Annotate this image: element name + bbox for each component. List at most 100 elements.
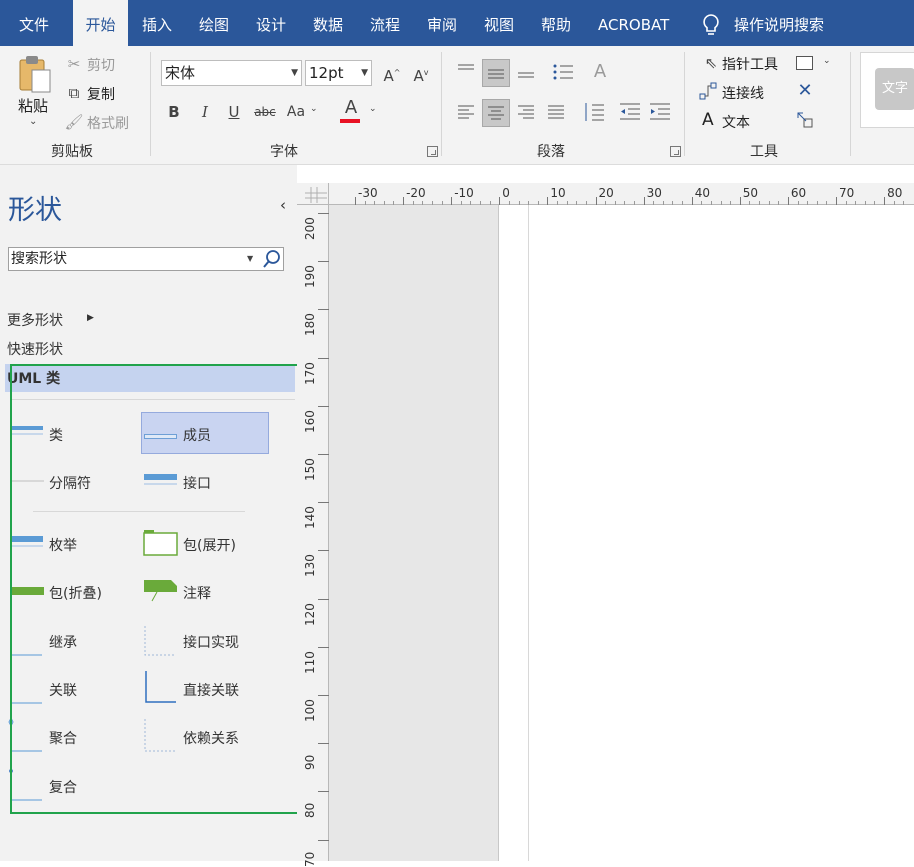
chevron-down-icon: ▼ bbox=[291, 68, 298, 78]
ruler-minor-tick bbox=[855, 201, 857, 205]
ruler-tick bbox=[318, 309, 329, 311]
ruler-label: 30 bbox=[646, 186, 662, 200]
connector-button[interactable]: 连接线 bbox=[722, 83, 764, 103]
ruler-tick bbox=[318, 261, 329, 263]
align-bottom-icon[interactable] bbox=[516, 61, 536, 81]
format-painter-button[interactable]: 格式刷 bbox=[87, 113, 129, 133]
ruler-tick bbox=[499, 197, 501, 205]
ruler-label: 40 bbox=[694, 186, 710, 200]
ruler-minor-tick bbox=[605, 201, 607, 205]
connection-point-icon[interactable] bbox=[795, 110, 815, 130]
grow-font-icon[interactable]: A^ bbox=[380, 61, 404, 85]
ruler-label: 60 bbox=[790, 186, 807, 200]
ruler-tick bbox=[355, 197, 356, 205]
search-icon[interactable] bbox=[262, 249, 282, 269]
paste-dropdown-icon[interactable]: ⌄ bbox=[29, 116, 37, 127]
font-color-button[interactable]: A bbox=[339, 96, 363, 120]
bullets-icon[interactable] bbox=[552, 61, 574, 83]
font-name-select[interactable]: 宋体 ▼ bbox=[161, 60, 302, 86]
strikethrough-button[interactable]: abc bbox=[252, 100, 278, 124]
tab-help[interactable]: 帮助 bbox=[541, 0, 571, 46]
paste-icon[interactable] bbox=[18, 54, 52, 94]
ruler-minor-tick bbox=[662, 201, 664, 205]
italic-button[interactable]: I bbox=[193, 100, 217, 124]
ruler-label: 100 bbox=[303, 699, 317, 722]
change-case-button[interactable]: Aa bbox=[284, 100, 308, 124]
ruler-minor-tick bbox=[489, 201, 491, 205]
ruler-label: -30 bbox=[358, 186, 378, 200]
quick-shapes-item[interactable]: 快速形状 bbox=[7, 339, 63, 359]
tell-me-search[interactable]: 操作说明搜索 bbox=[734, 0, 824, 46]
paragraph-dialog-launcher-icon[interactable] bbox=[670, 146, 681, 157]
underline-button[interactable]: U bbox=[222, 100, 246, 124]
ruler-minor-tick bbox=[816, 201, 818, 205]
search-shapes-value: 搜索形状 bbox=[11, 251, 67, 267]
shapes-pane-title: 形状 bbox=[8, 195, 62, 226]
tab-draw[interactable]: 绘图 bbox=[199, 0, 229, 46]
tab-design[interactable]: 设计 bbox=[256, 0, 286, 46]
search-shapes-input[interactable]: 搜索形状 ▼ bbox=[8, 247, 284, 271]
ruler-minor-tick bbox=[518, 201, 520, 205]
collapse-pane-button[interactable]: ‹ bbox=[280, 196, 286, 214]
ruler-minor-tick bbox=[576, 201, 578, 205]
tab-data[interactable]: 数据 bbox=[313, 0, 343, 46]
tab-process[interactable]: 流程 bbox=[370, 0, 400, 46]
font-name-value: 宋体 bbox=[165, 64, 196, 82]
font-color-dropdown-icon[interactable]: ⌄ bbox=[369, 104, 377, 114]
align-right-icon[interactable] bbox=[516, 102, 536, 122]
ruler-minor-tick bbox=[624, 201, 626, 205]
ruler-minor-tick bbox=[874, 201, 876, 205]
close-icon[interactable]: ✕ bbox=[793, 79, 817, 103]
ruler-tick bbox=[318, 213, 329, 214]
decrease-indent-icon[interactable] bbox=[618, 100, 642, 124]
ruler-minor-tick bbox=[701, 201, 703, 205]
pointer-tool-button[interactable]: 指针工具 bbox=[722, 54, 778, 74]
increase-indent-icon[interactable] bbox=[648, 100, 672, 124]
tab-home[interactable]: 开始 bbox=[73, 0, 128, 46]
bold-button[interactable]: B bbox=[162, 100, 186, 124]
ruler-minor-tick bbox=[480, 201, 482, 205]
separator bbox=[850, 52, 851, 156]
font-dialog-launcher-icon[interactable] bbox=[427, 146, 438, 157]
align-center-icon[interactable] bbox=[482, 99, 510, 127]
justify-icon[interactable] bbox=[546, 102, 566, 122]
ruler-tick bbox=[739, 197, 741, 205]
search-dropdown-icon[interactable]: ▼ bbox=[247, 248, 253, 270]
clipboard-group-label: 剪贴板 bbox=[51, 144, 93, 160]
tab-file[interactable]: 文件 bbox=[19, 0, 49, 46]
ruler-label: 180 bbox=[303, 313, 317, 337]
cut-button[interactable]: 剪切 bbox=[87, 55, 115, 75]
font-size-select[interactable]: 12pt ▼ bbox=[305, 60, 372, 86]
scissors-icon: ✂ bbox=[67, 55, 81, 73]
align-top-icon[interactable] bbox=[456, 61, 476, 81]
change-case-dropdown-icon[interactable]: ⌄ bbox=[310, 104, 318, 114]
ruler-label: 170 bbox=[303, 361, 317, 385]
align-left-icon[interactable] bbox=[456, 102, 476, 122]
shrink-font-icon[interactable]: Av bbox=[409, 61, 433, 85]
more-shapes-menu[interactable]: 更多形状 bbox=[7, 310, 63, 330]
ruler-minor-tick bbox=[566, 201, 568, 205]
ruler-label: -10 bbox=[454, 186, 474, 200]
paste-button[interactable]: 粘贴 bbox=[18, 95, 48, 116]
ruler-minor-tick bbox=[431, 201, 433, 205]
tab-view[interactable]: 视图 bbox=[484, 0, 514, 46]
ruler-tick bbox=[318, 550, 329, 552]
paragraph-group-label: 段落 bbox=[537, 144, 565, 160]
line-spacing-icon[interactable] bbox=[582, 100, 606, 124]
text-tool-button[interactable]: 文本 bbox=[722, 112, 750, 132]
ruler-label: 70 bbox=[303, 851, 317, 867]
ruler-tick bbox=[403, 197, 405, 205]
tab-insert[interactable]: 插入 bbox=[142, 0, 172, 46]
style-gallery-item[interactable]: 文字 bbox=[875, 68, 914, 110]
ruler-tick bbox=[547, 197, 549, 205]
copy-button[interactable]: 复制 bbox=[87, 84, 115, 104]
separator bbox=[150, 52, 151, 156]
text-direction-icon[interactable]: A bbox=[588, 60, 612, 84]
rectangle-shape-icon[interactable] bbox=[796, 56, 813, 70]
drawing-page[interactable] bbox=[498, 205, 914, 861]
shape-dropdown-icon[interactable]: ⌄ bbox=[823, 56, 831, 66]
align-middle-icon[interactable] bbox=[482, 59, 510, 87]
tab-acrobat[interactable]: ACROBAT bbox=[598, 0, 669, 46]
tab-review[interactable]: 审阅 bbox=[427, 0, 457, 46]
ruler-minor-tick bbox=[614, 201, 616, 205]
